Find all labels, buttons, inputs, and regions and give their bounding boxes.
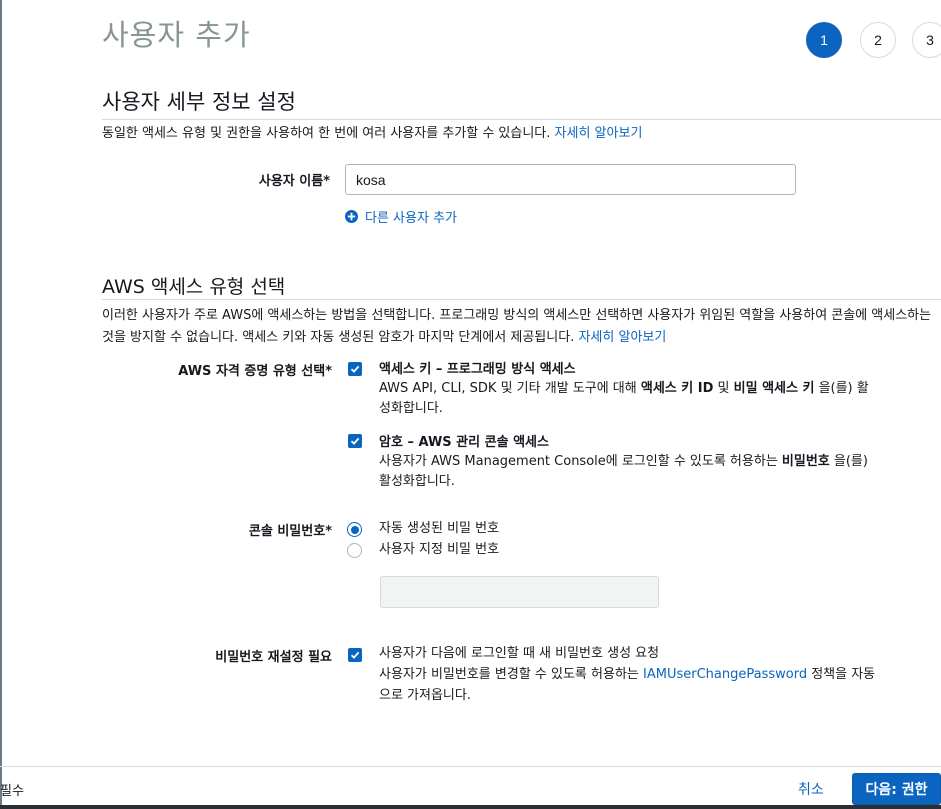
left-edge-border bbox=[0, 0, 2, 809]
password-reset-line2-pre: 사용자가 비밀번호를 변경할 수 있도록 허용하는 bbox=[379, 667, 643, 682]
plus-circle-icon bbox=[345, 210, 358, 223]
custom-password-input[interactable] bbox=[380, 576, 659, 608]
access-key-option-line2: 성화합니다. bbox=[379, 401, 443, 416]
details-section-title: 사용자 세부 정보 설정 bbox=[102, 90, 296, 114]
step-1-indicator[interactable]: 1 bbox=[806, 22, 842, 58]
password-reset-label: 비밀번호 재설정 필요 bbox=[215, 650, 332, 665]
details-divider bbox=[102, 119, 941, 120]
console-access-option-line1: 사용자가 AWS Management Console에 로그인할 수 있도록 … bbox=[379, 452, 868, 472]
access-divider bbox=[102, 299, 941, 300]
check-icon bbox=[350, 651, 360, 659]
access-learn-more-link[interactable]: 자세히 알아보기 bbox=[578, 330, 666, 345]
details-learn-more-link[interactable]: 자세히 알아보기 bbox=[555, 126, 643, 141]
password-reset-line2-post: 정책을 자동 bbox=[807, 667, 876, 682]
access-key-checkbox[interactable] bbox=[348, 362, 362, 376]
access-key-id-text: 액세스 키 ID bbox=[640, 381, 714, 396]
console-password-label: 콘솔 비밀번호* bbox=[248, 524, 332, 539]
access-key-text-pre: AWS API, CLI, SDK 및 기타 개발 도구에 대해 bbox=[379, 381, 641, 396]
credential-type-label: AWS 자격 증명 유형 선택* bbox=[178, 364, 332, 379]
auto-password-radio[interactable] bbox=[347, 522, 362, 537]
password-reset-checkbox[interactable] bbox=[348, 648, 362, 662]
console-access-option-title: 암호 – AWS 관리 콘솔 액세스 bbox=[379, 435, 549, 450]
access-key-option-title: 액세스 키 – 프로그래밍 방식 액세스 bbox=[379, 362, 576, 377]
step-3-indicator[interactable]: 3 bbox=[912, 22, 941, 58]
access-key-option-line1: AWS API, CLI, SDK 및 기타 개발 도구에 대해 액세스 키 I… bbox=[379, 379, 869, 399]
required-note: 필수 bbox=[0, 784, 24, 799]
auto-password-label: 자동 생성된 비밀 번호 bbox=[379, 521, 500, 536]
details-description-text: 동일한 액세스 유형 및 권한을 사용하여 한 번에 여러 사용자를 추가할 수… bbox=[102, 126, 551, 141]
add-another-user-button[interactable]: 다른 사용자 추가 bbox=[345, 207, 457, 226]
add-another-user-label: 다른 사용자 추가 bbox=[365, 211, 457, 226]
iam-policy-link[interactable]: IAMUserChangePassword bbox=[643, 667, 807, 682]
cancel-button[interactable]: 취소 bbox=[798, 779, 824, 799]
console-access-text-pre: 사용자가 AWS Management Console에 로그인할 수 있도록 … bbox=[379, 454, 782, 469]
console-access-option-line2: 활성화합니다. bbox=[379, 474, 455, 489]
access-key-text-mid: 및 bbox=[713, 381, 734, 396]
console-access-text-post: 을(를) bbox=[829, 454, 868, 469]
access-key-text-post: 을(를) 활 bbox=[814, 381, 869, 396]
custom-password-label: 사용자 지정 비밀 번호 bbox=[379, 542, 500, 557]
password-reset-line2: 사용자가 비밀번호를 변경할 수 있도록 허용하는 IAMUserChangeP… bbox=[379, 665, 875, 685]
password-reset-text: 사용자가 다음에 로그인할 때 새 비밀번호 생성 요청 bbox=[379, 646, 660, 661]
custom-password-radio[interactable] bbox=[347, 543, 362, 558]
next-permissions-button[interactable]: 다음: 권한 bbox=[852, 773, 941, 805]
check-icon bbox=[350, 437, 360, 445]
footer-divider bbox=[0, 766, 941, 767]
console-password-text: 비밀번호 bbox=[781, 454, 830, 469]
check-icon bbox=[350, 365, 360, 373]
username-input[interactable]: kosa bbox=[345, 164, 796, 195]
step-2-indicator[interactable]: 2 bbox=[860, 22, 896, 58]
page-title: 사용자 추가 bbox=[102, 18, 251, 52]
access-description-line1: 이러한 사용자가 주로 AWS에 액세스하는 방법을 선택합니다. 프로그래밍 … bbox=[102, 308, 932, 323]
access-section-title: AWS 액세스 유형 선택 bbox=[102, 276, 286, 298]
access-description-line2: 것을 방지할 수 없습니다. 액세스 키와 자동 생성된 암호가 마지막 단계에… bbox=[102, 327, 666, 349]
console-password-checkbox[interactable] bbox=[348, 434, 362, 448]
username-value: kosa bbox=[356, 171, 386, 188]
details-description: 동일한 액세스 유형 및 권한을 사용하여 한 번에 여러 사용자를 추가할 수… bbox=[102, 123, 642, 145]
username-label: 사용자 이름* bbox=[258, 174, 330, 189]
secret-access-key-text: 비밀 액세스 키 bbox=[733, 381, 815, 396]
access-description-text: 것을 방지할 수 없습니다. 액세스 키와 자동 생성된 암호가 마지막 단계에… bbox=[102, 330, 575, 345]
password-reset-line3: 으로 가져옵니다. bbox=[379, 688, 471, 703]
bottom-edge-bar bbox=[0, 805, 941, 809]
